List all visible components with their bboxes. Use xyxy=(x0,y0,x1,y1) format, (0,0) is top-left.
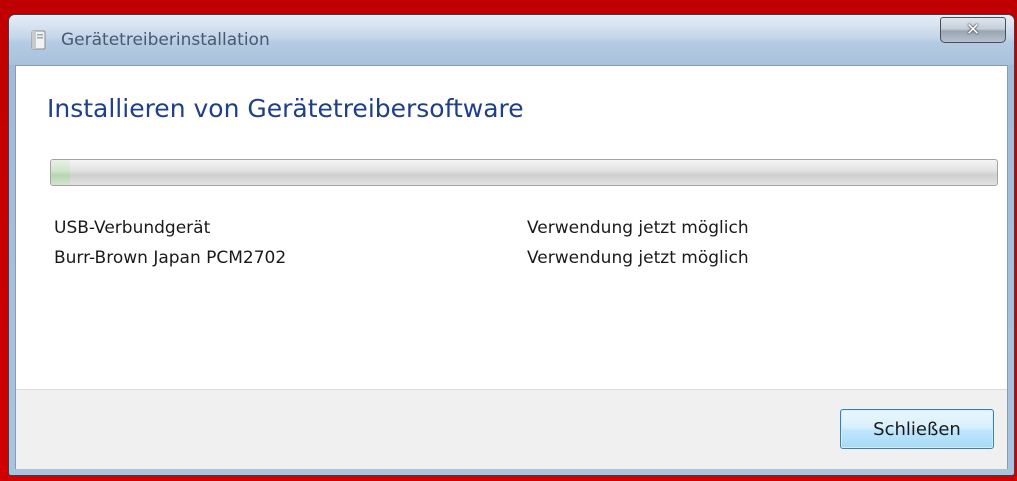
title-bar[interactable]: Gerätetreiberinstallation ✕ xyxy=(9,15,1014,65)
window-close-button[interactable]: ✕ xyxy=(940,17,1006,43)
progress-bar xyxy=(50,159,998,186)
window-title: Gerätetreiberinstallation xyxy=(61,30,270,50)
device-name: Burr-Brown Japan PCM2702 xyxy=(54,248,287,268)
progress-bar-fill xyxy=(51,160,70,185)
dialog-content: Installieren von Gerätetreibersoftware U… xyxy=(15,65,1008,469)
device-status: Verwendung jetzt möglich xyxy=(527,218,749,238)
device-installer-icon xyxy=(29,29,49,51)
page-title: Installieren von Gerätetreibersoftware xyxy=(47,94,524,123)
dialog-window: Gerätetreiberinstallation ✕ Installieren… xyxy=(8,14,1015,476)
device-status: Verwendung jetzt möglich xyxy=(527,248,749,268)
device-name: USB-Verbundgerät xyxy=(54,218,211,238)
close-icon: ✕ xyxy=(965,19,981,40)
close-button[interactable]: Schließen xyxy=(840,409,994,449)
dialog-footer: Schließen xyxy=(16,389,1007,469)
